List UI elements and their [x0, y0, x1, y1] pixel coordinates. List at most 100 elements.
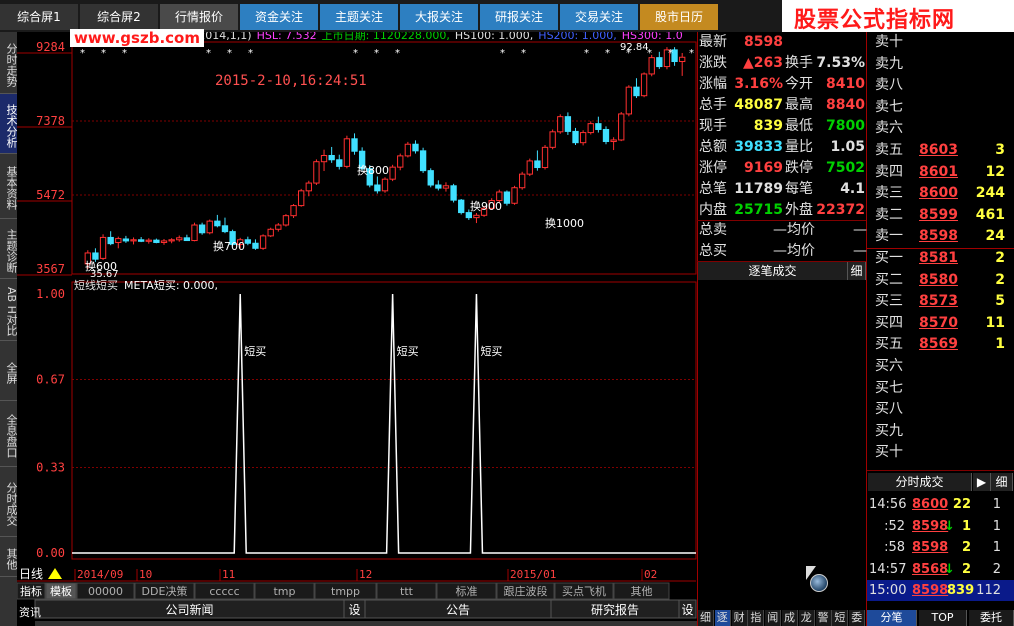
- news-tab-4[interactable]: 研究报告: [550, 599, 680, 619]
- indicator-tab-1[interactable]: 指标: [17, 582, 46, 600]
- side-function-tab-4[interactable]: 指: [748, 610, 765, 626]
- ask-price[interactable]: 8599: [919, 205, 958, 226]
- news-tab-5[interactable]: 设: [678, 599, 697, 619]
- candle-body: [115, 238, 122, 243]
- ask-price[interactable]: 8603: [919, 140, 958, 161]
- candle-body: [130, 239, 137, 242]
- indicator-tab-11[interactable]: 买点飞机: [554, 582, 614, 600]
- signal-star: *: [248, 48, 253, 59]
- side-function-tab-6[interactable]: 成: [782, 610, 798, 626]
- top-tab-4[interactable]: 资金关注: [240, 4, 318, 30]
- turnover-label: 换900: [470, 199, 502, 213]
- left-tab-1[interactable]: 分时走势: [0, 32, 18, 94]
- side-function-tab-2[interactable]: 逐: [714, 610, 731, 626]
- tick-detail-tab[interactable]: 逐笔成交: [698, 262, 848, 280]
- bid-volume: [959, 378, 1005, 399]
- period-label[interactable]: 日线: [19, 567, 43, 581]
- quote-label: 总额: [699, 139, 727, 155]
- top-tab-8[interactable]: 交易关注: [560, 4, 638, 30]
- candle-body: [252, 242, 259, 249]
- tick-volume: 2: [961, 561, 971, 577]
- left-tab-8[interactable]: 分时成交: [0, 467, 18, 537]
- bid-price[interactable]: 8569: [919, 334, 958, 355]
- signal-star: *: [227, 48, 232, 59]
- indicator-tab-8[interactable]: ttt: [376, 582, 437, 600]
- left-tab-2[interactable]: 技术分析: [0, 94, 18, 154]
- indicator-tab-10[interactable]: 跟庄波段: [496, 582, 555, 600]
- quote-label: 涨跌: [699, 55, 727, 71]
- bid-price[interactable]: 8580: [919, 270, 958, 291]
- indicator-tab-3[interactable]: 00000: [76, 582, 135, 600]
- side-function-tab-5[interactable]: 闻: [765, 610, 782, 626]
- left-tab-9[interactable]: 其他: [0, 537, 18, 577]
- side-function-tab-10[interactable]: 委: [849, 610, 866, 626]
- ask-price[interactable]: 8600: [919, 183, 958, 204]
- bid-level-label: 买二: [875, 271, 903, 288]
- left-tab-6[interactable]: 全屏: [0, 341, 18, 401]
- indicator-tab-6[interactable]: tmp: [254, 582, 315, 600]
- ticks-bottom-tab-2[interactable]: TOP: [919, 610, 967, 626]
- quote-label: 现手: [699, 118, 727, 134]
- news-tab-2[interactable]: 设: [343, 599, 366, 619]
- title-hsl_text: HSL: 7.532: [257, 32, 317, 42]
- side-function-tab-1[interactable]: 细: [698, 610, 714, 626]
- ticks-play-icon[interactable]: ▶: [973, 473, 991, 491]
- bid-price[interactable]: 8570: [919, 313, 958, 334]
- ticks-panel-title[interactable]: 分时成交: [868, 473, 972, 491]
- top-tab-3[interactable]: 行情报价: [160, 4, 238, 30]
- indicator-tab-4[interactable]: DDE决策: [134, 582, 195, 600]
- news-tab-3[interactable]: 公告: [364, 599, 552, 619]
- ask-price[interactable]: 8598: [919, 226, 958, 247]
- left-tab-4[interactable]: 主题诊断: [0, 219, 18, 279]
- news-tab-1[interactable]: 公司新闻: [34, 599, 345, 619]
- side-function-tab-7[interactable]: 龙: [798, 610, 815, 626]
- signal-star: *: [689, 48, 694, 59]
- side-function-tab-9[interactable]: 短: [832, 610, 849, 626]
- side-function-tab-3[interactable]: 财: [731, 610, 748, 626]
- top-tab-6[interactable]: 大报关注: [400, 4, 478, 30]
- ticks-detail-button[interactable]: 细: [991, 473, 1013, 491]
- news-tab-label: 公告: [446, 603, 470, 617]
- tick-count: 1: [992, 540, 1001, 555]
- bid-level-label: 买四: [875, 314, 903, 331]
- ticks-bottom-tab-1[interactable]: 分笔: [867, 610, 917, 626]
- tick-time: 14:56: [869, 497, 907, 512]
- candle-body: [572, 130, 579, 144]
- price-tick-label: 7378: [36, 114, 65, 128]
- candle-body: [640, 73, 648, 97]
- period-triangle-icon[interactable]: [48, 568, 62, 579]
- left-tab-7[interactable]: 全息盘口: [0, 401, 18, 467]
- quote-value: 839: [753, 118, 783, 134]
- candle-body: [198, 224, 206, 234]
- tick-time: :52: [884, 518, 905, 534]
- turnover-label: 换800: [357, 163, 389, 177]
- indicator-tab-9[interactable]: 标准: [436, 582, 497, 600]
- ticks-bottom-tab-3[interactable]: 委托: [969, 610, 1014, 626]
- quote-panel-divider: [697, 32, 698, 626]
- candle-body: [633, 86, 640, 97]
- indicator-tab-5[interactable]: ccccc: [194, 582, 255, 600]
- detail-button[interactable]: 细: [848, 262, 866, 280]
- candle-body: [518, 173, 526, 189]
- candle-body: [298, 190, 305, 207]
- top-tab-5[interactable]: 主题关注: [320, 4, 398, 30]
- candle-body: [610, 139, 617, 143]
- total-buy-avg: —均价: [773, 243, 815, 259]
- indicator-tab-2[interactable]: 模板: [45, 582, 77, 600]
- quote-value: 39833: [734, 139, 783, 155]
- bid-price[interactable]: 8573: [919, 291, 958, 312]
- top-tab-1[interactable]: 综合屏1: [0, 4, 78, 30]
- side-function-tab-8[interactable]: 警: [815, 610, 832, 626]
- left-tab-3[interactable]: 基本资料: [0, 154, 18, 219]
- news-tab-label: 研究报告: [591, 602, 639, 617]
- ask-price[interactable]: 8601: [919, 162, 958, 183]
- ask-volume: [959, 32, 1005, 53]
- top-tab-7[interactable]: 研报关注: [480, 4, 558, 30]
- top-tab-9[interactable]: 股市日历: [640, 4, 718, 30]
- indicator-tab-12[interactable]: 其他: [613, 582, 670, 600]
- left-tab-5[interactable]: AB H对比: [0, 279, 18, 341]
- ask-level-label: 卖三: [875, 185, 903, 202]
- bid-price[interactable]: 8581: [919, 248, 958, 269]
- top-tab-2[interactable]: 综合屏2: [80, 4, 158, 30]
- indicator-tab-7[interactable]: tmpp: [314, 582, 377, 600]
